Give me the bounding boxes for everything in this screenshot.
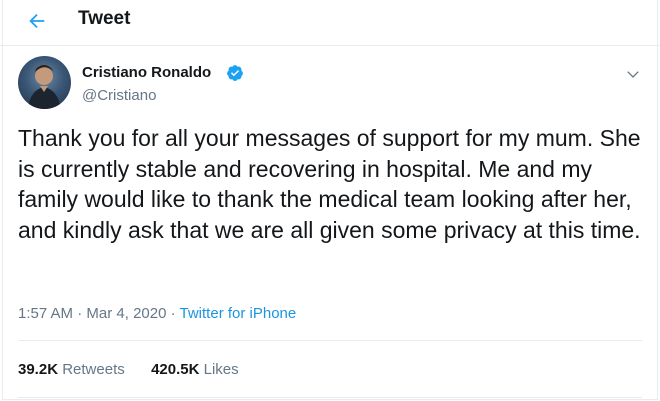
- author-handle[interactable]: @Cristiano: [82, 87, 156, 104]
- chevron-down-icon: [627, 71, 639, 78]
- tweet-date[interactable]: Mar 4, 2020: [86, 305, 166, 322]
- tweet-meta: 1:57 AM · Mar 4, 2020 · Twitter for iPho…: [18, 305, 296, 322]
- meta-separator: ·: [170, 305, 180, 322]
- retweets-stat[interactable]: 39.2K Retweets: [18, 361, 125, 378]
- divider: [18, 340, 642, 341]
- page-title: Tweet: [78, 8, 131, 29]
- arrow-left-icon: [29, 13, 45, 29]
- tweet-text: Thank you for all your messages of suppo…: [18, 125, 641, 243]
- likes-label: Likes: [203, 361, 239, 378]
- page-header: Tweet: [0, 0, 660, 46]
- avatar-image: [28, 65, 61, 109]
- tweet-stats: 39.2K Retweets 420.5K Likes: [18, 361, 239, 378]
- tweet-source-link[interactable]: Twitter for iPhone: [180, 305, 297, 322]
- author-name[interactable]: Cristiano Ronaldo: [82, 64, 211, 81]
- meta-separator: ·: [77, 305, 87, 322]
- likes-stat[interactable]: 420.5K Likes: [151, 361, 239, 378]
- avatar[interactable]: [18, 56, 71, 109]
- verified-badge-icon: [227, 65, 243, 81]
- retweets-label: Retweets: [62, 361, 125, 378]
- more-options-button[interactable]: [625, 66, 641, 82]
- tweet-time[interactable]: 1:57 AM: [18, 305, 73, 322]
- back-button[interactable]: [22, 6, 52, 36]
- retweets-count: 39.2K: [18, 361, 59, 378]
- likes-count: 420.5K: [151, 361, 200, 378]
- divider: [18, 397, 642, 398]
